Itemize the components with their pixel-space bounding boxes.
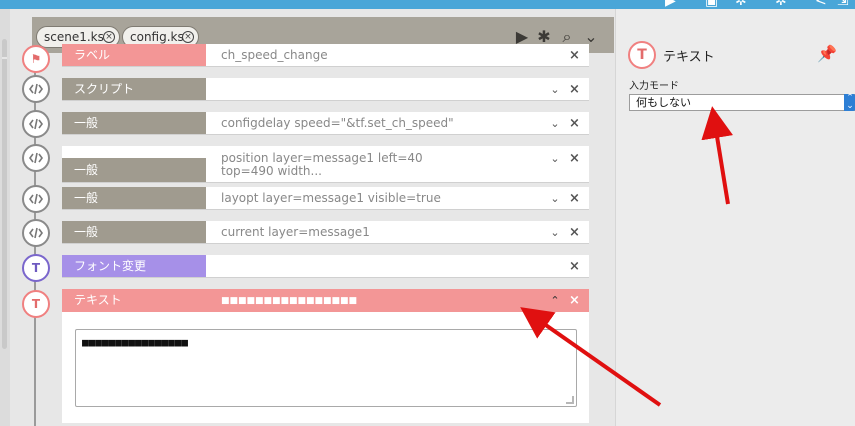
annotation-arrow-inspector bbox=[701, 106, 734, 205]
annotation-arrow-textrow bbox=[520, 307, 662, 407]
app-root: ▶ ▣ ✲ ✲ < ⇲ scene1.ks × config.ks × ▶ ✱ … bbox=[0, 0, 855, 426]
annotation-arrows bbox=[520, 106, 734, 407]
